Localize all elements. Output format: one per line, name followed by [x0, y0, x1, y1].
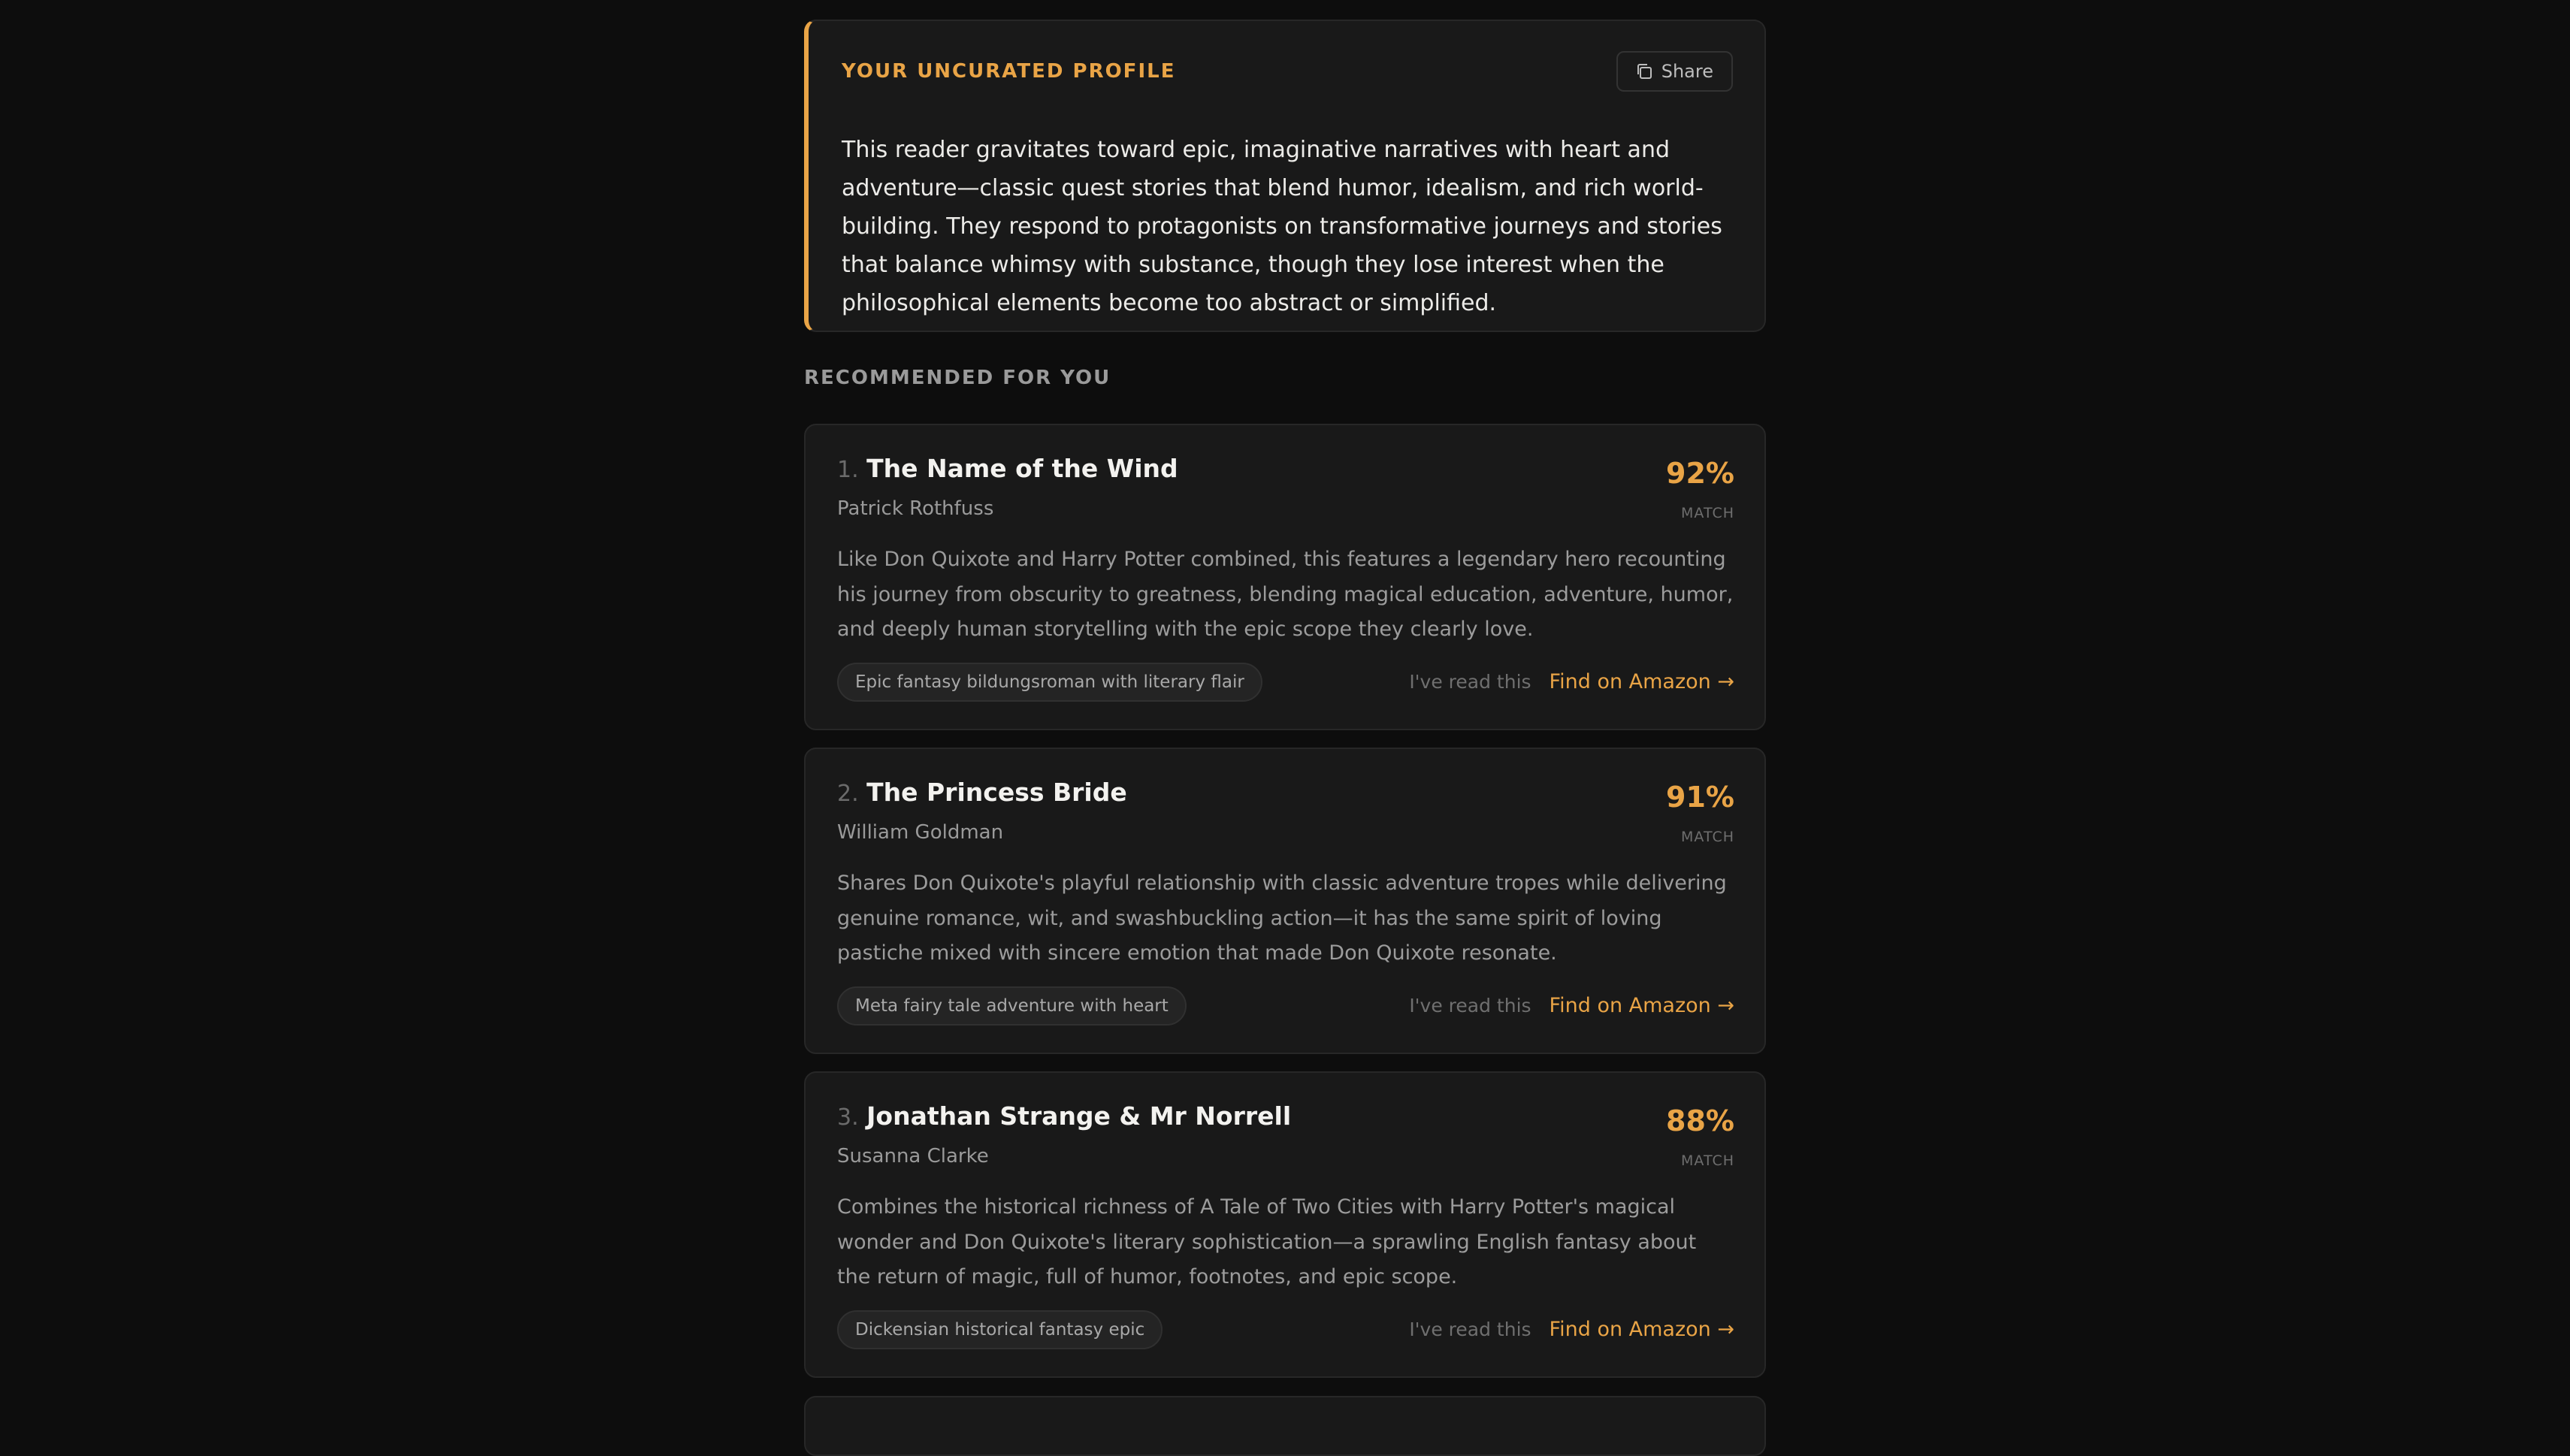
book-title: The Princess Bride: [866, 778, 1127, 807]
book-description: Combines the historical richness of A Ta…: [837, 1195, 1697, 1288]
book-tag: Dickensian historical fantasy epic: [837, 1310, 1163, 1349]
book-description: Like Don Quixote and Harry Potter combin…: [837, 548, 1734, 641]
find-on-amazon-link[interactable]: Find on Amazon →: [1550, 1318, 1734, 1341]
match-label: MATCH: [1681, 505, 1734, 521]
book-card: 1. The Name of the Wind Patrick Rothfuss…: [804, 424, 1766, 730]
book-description: Shares Don Quixote's playful relationshi…: [837, 871, 1727, 965]
profile-card: YOUR UNCURATED PROFILE Share This reader…: [804, 20, 1766, 332]
match-score: 91%: [1666, 781, 1734, 814]
recommended-heading: RECOMMENDED FOR YOU: [804, 367, 1111, 389]
book-title: The Name of the Wind: [866, 454, 1178, 483]
book-card-partial: [804, 1396, 1766, 1456]
book-title-row: 1. The Name of the Wind: [837, 454, 1178, 483]
match-score: 92%: [1666, 457, 1734, 490]
read-this-button[interactable]: I've read this: [1409, 995, 1531, 1016]
book-author: Susanna Clarke: [837, 1145, 989, 1168]
book-actions: I've read this Find on Amazon →: [1409, 670, 1734, 693]
share-label: Share: [1661, 61, 1713, 82]
match-label: MATCH: [1681, 1152, 1734, 1169]
match-label: MATCH: [1681, 829, 1734, 845]
profile-heading: YOUR UNCURATED PROFILE: [842, 60, 1176, 83]
book-tag: Meta fairy tale adventure with heart: [837, 986, 1187, 1026]
share-button[interactable]: Share: [1616, 51, 1733, 92]
read-this-button[interactable]: I've read this: [1409, 1319, 1531, 1340]
book-author: William Goldman: [837, 821, 1004, 844]
book-card: 2. The Princess Bride William Goldman 91…: [804, 748, 1766, 1054]
match-score: 88%: [1666, 1104, 1734, 1137]
book-tag: Epic fantasy bildungsroman with literary…: [837, 663, 1262, 702]
book-number: 2.: [837, 781, 859, 807]
find-on-amazon-link[interactable]: Find on Amazon →: [1550, 670, 1734, 693]
read-this-button[interactable]: I've read this: [1409, 671, 1531, 693]
book-actions: I've read this Find on Amazon →: [1409, 994, 1734, 1017]
book-author: Patrick Rothfuss: [837, 497, 994, 520]
copy-icon: [1634, 62, 1654, 81]
book-title-row: 2. The Princess Bride: [837, 778, 1127, 807]
profile-text: This reader gravitates toward epic, imag…: [842, 137, 1722, 316]
book-card: 3. Jonathan Strange & Mr Norrell Susanna…: [804, 1071, 1766, 1378]
find-on-amazon-link[interactable]: Find on Amazon →: [1550, 994, 1734, 1017]
book-title-row: 3. Jonathan Strange & Mr Norrell: [837, 1101, 1291, 1131]
book-title: Jonathan Strange & Mr Norrell: [866, 1101, 1292, 1131]
book-number: 3.: [837, 1104, 859, 1131]
book-actions: I've read this Find on Amazon →: [1409, 1318, 1734, 1341]
book-number: 1.: [837, 457, 859, 483]
